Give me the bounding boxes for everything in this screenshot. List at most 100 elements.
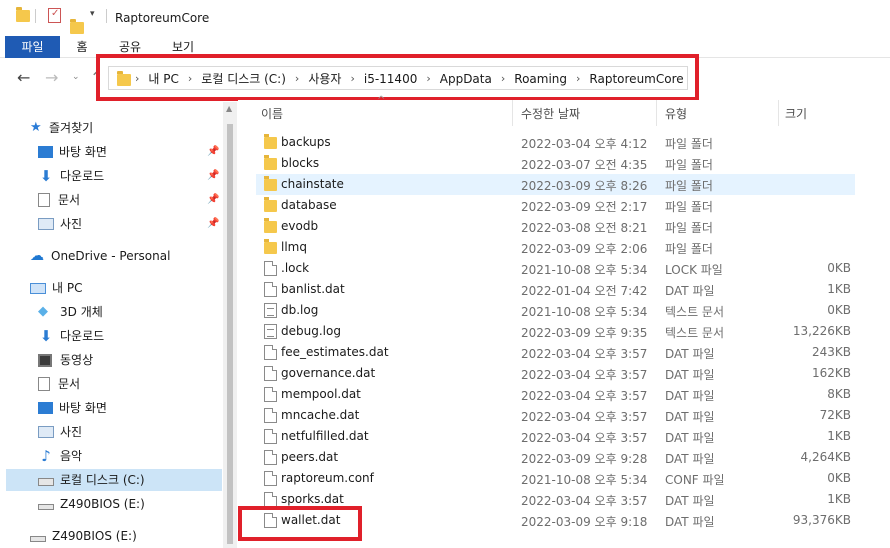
file-size: 8KB: [827, 387, 851, 401]
file-row[interactable]: mncache.dat 2022-03-04 오후 3:57 DAT 파일 72…: [256, 405, 855, 426]
folder-icon: [264, 239, 277, 254]
pin-icon[interactable]: 📌: [207, 218, 219, 229]
pin-icon[interactable]: 📌: [207, 194, 219, 205]
file-row[interactable]: backups 2022-03-04 오후 4:12 파일 폴더: [256, 132, 855, 153]
scroll-up-arrow-icon[interactable]: ▲: [226, 104, 232, 113]
sidebar-item-label: Z490BIOS (E:): [52, 529, 137, 543]
sidebar-item-this-pc[interactable]: 내 PC: [30, 277, 82, 299]
properties-icon[interactable]: ✓: [48, 8, 61, 23]
divider: [656, 100, 657, 126]
file-row[interactable]: .lock 2021-10-08 오후 5:34 LOCK 파일 0KB: [256, 258, 855, 279]
scrollbar-thumb[interactable]: [227, 124, 233, 544]
file-row[interactable]: db.log 2021-10-08 오후 5:34 텍스트 문서 0KB: [256, 300, 855, 321]
sidebar-item-z490bios-e[interactable]: Z490BIOS (E:): [38, 493, 145, 515]
tab-home[interactable]: 홈: [70, 36, 94, 58]
file-icon: [264, 366, 277, 381]
pin-icon[interactable]: 📌: [207, 146, 219, 157]
sidebar-scrollbar[interactable]: ▲: [223, 102, 237, 548]
navigation-pane: ★ 즐겨찾기 바탕 화면 📌 ⬇ 다운로드 📌 문서 📌 사진 📌 ☁ OneD…: [0, 112, 222, 548]
pin-icon[interactable]: 📌: [207, 170, 219, 181]
sidebar-item-label: 바탕 화면: [59, 401, 107, 415]
sidebar-item-label: 내 PC: [52, 281, 83, 295]
sort-ascending-icon: ^: [377, 95, 386, 106]
file-type: DAT 파일: [665, 368, 715, 382]
sidebar-item-music[interactable]: ♪ 음악: [38, 445, 82, 467]
file-row[interactable]: peers.dat 2022-03-09 오후 9:28 DAT 파일 4,26…: [256, 447, 855, 468]
file-row[interactable]: governance.dat 2022-03-04 오후 3:57 DAT 파일…: [256, 363, 855, 384]
address-highlight-box: [96, 54, 699, 101]
sidebar-item-local-disk-c[interactable]: 로컬 디스크 (C:): [6, 469, 222, 491]
file-row[interactable]: blocks 2022-03-07 오전 4:35 파일 폴더: [256, 153, 855, 174]
sidebar-item-label: 음악: [60, 449, 83, 463]
sidebar-item-z490bios-e-removable[interactable]: Z490BIOS (E:): [30, 525, 137, 547]
column-header-date[interactable]: 수정한 날짜: [521, 105, 580, 123]
file-type: DAT 파일: [665, 410, 715, 424]
file-size: 1KB: [827, 282, 851, 296]
file-row[interactable]: debug.log 2022-03-09 오후 9:35 텍스트 문서 13,2…: [256, 321, 855, 342]
file-icon: [264, 471, 277, 486]
file-date: 2022-03-04 오후 3:57: [521, 494, 648, 508]
tab-file[interactable]: 파일: [5, 36, 60, 58]
file-date: 2022-03-09 오후 8:26: [521, 179, 648, 193]
folder-icon: [264, 218, 277, 233]
film-icon: [38, 353, 52, 367]
sidebar-item-pictures-pc[interactable]: 사진: [38, 421, 82, 443]
file-size: 72KB: [819, 408, 851, 422]
sidebar-item-label: OneDrive - Personal: [51, 249, 171, 263]
file-name: fee_estimates.dat: [281, 345, 389, 359]
file-icon: [264, 408, 277, 423]
sidebar-item-pictures[interactable]: 사진: [38, 213, 82, 235]
file-row[interactable]: banlist.dat 2022-01-04 오전 7:42 DAT 파일 1K…: [256, 279, 855, 300]
back-arrow-icon[interactable]: ←: [17, 68, 30, 87]
file-type: CONF 파일: [665, 473, 725, 487]
sidebar-item-documents-pc[interactable]: 문서: [38, 373, 80, 395]
new-folder-icon[interactable]: [70, 19, 84, 34]
column-header-size[interactable]: 크기: [785, 105, 807, 123]
text-file-icon: [264, 303, 277, 318]
document-icon: [38, 377, 50, 391]
sidebar-item-onedrive[interactable]: ☁ OneDrive - Personal: [30, 245, 170, 267]
file-type: 파일 폴더: [665, 158, 713, 172]
file-row[interactable]: mempool.dat 2022-03-04 오후 3:57 DAT 파일 8K…: [256, 384, 855, 405]
file-size: 0KB: [827, 261, 851, 275]
file-type: 텍스트 문서: [665, 326, 725, 340]
title-bar: ✓ ▾ RaptoreumCore: [0, 0, 890, 36]
file-row[interactable]: database 2022-03-09 오전 2:17 파일 폴더: [256, 195, 855, 216]
text-file-icon: [264, 324, 277, 339]
file-type: DAT 파일: [665, 389, 715, 403]
file-row[interactable]: netfulfilled.dat 2022-03-04 오후 3:57 DAT …: [256, 426, 855, 447]
sidebar-item-documents[interactable]: 문서: [38, 189, 80, 211]
star-icon: ★: [30, 120, 42, 135]
sidebar-item-downloads-pc[interactable]: ⬇ 다운로드: [38, 325, 104, 347]
file-date: 2022-03-04 오후 3:57: [521, 368, 648, 382]
file-row[interactable]: raptoreum.conf 2021-10-08 오후 5:34 CONF 파…: [256, 468, 855, 489]
sidebar-item-3d-objects[interactable]: ◆ 3D 개체: [38, 301, 103, 323]
sidebar-item-label: 사진: [60, 425, 83, 439]
file-type: 파일 폴더: [665, 242, 713, 256]
divider: [106, 9, 107, 23]
file-date: 2022-03-09 오후 9:28: [521, 452, 648, 466]
file-row[interactable]: evodb 2022-03-08 오전 8:21 파일 폴더: [256, 216, 855, 237]
column-header-name[interactable]: 이름: [261, 105, 283, 123]
file-name: netfulfilled.dat: [281, 429, 369, 443]
sidebar-item-downloads[interactable]: ⬇ 다운로드: [38, 165, 104, 187]
file-size: 4,264KB: [800, 450, 851, 464]
file-name: mncache.dat: [281, 408, 360, 422]
file-row[interactable]: chainstate 2022-03-09 오후 8:26 파일 폴더: [256, 174, 855, 195]
sidebar-item-desktop-pc[interactable]: 바탕 화면: [38, 397, 107, 419]
column-header-type[interactable]: 유형: [665, 105, 687, 123]
file-icon: [264, 261, 277, 276]
customize-quick-access-icon[interactable]: ▾: [90, 9, 95, 19]
sidebar-item-quick-access[interactable]: ★ 즐겨찾기: [30, 117, 93, 139]
file-name: evodb: [281, 219, 319, 233]
computer-icon: [30, 282, 46, 294]
sidebar-item-videos[interactable]: 동영상: [38, 349, 93, 371]
sidebar-item-desktop[interactable]: 바탕 화면: [38, 141, 107, 163]
forward-arrow-icon[interactable]: →: [45, 68, 58, 87]
file-name: .lock: [281, 261, 310, 275]
file-row[interactable]: llmq 2022-03-09 오후 2:06 파일 폴더: [256, 237, 855, 258]
sidebar-item-label: 동영상: [60, 353, 94, 367]
file-row[interactable]: fee_estimates.dat 2022-03-04 오후 3:57 DAT…: [256, 342, 855, 363]
file-date: 2022-01-04 오전 7:42: [521, 284, 648, 298]
recent-locations-chevron-icon[interactable]: ⌄: [72, 72, 80, 82]
